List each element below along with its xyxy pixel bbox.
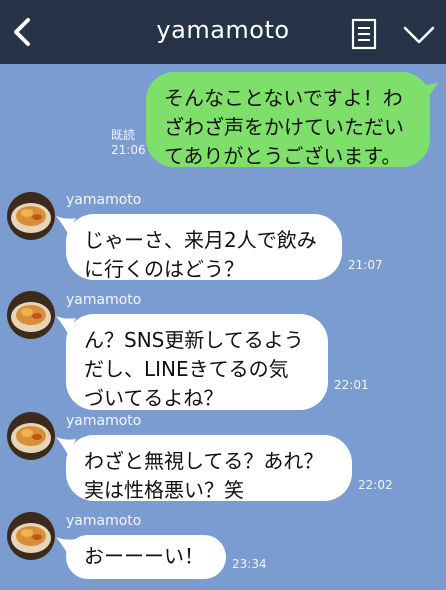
read-receipt: 既読 — [111, 128, 136, 142]
sender-name: yamamoto — [66, 192, 142, 208]
message-line: づいてるよね？ — [84, 386, 224, 410]
food-photo-icon — [7, 291, 55, 339]
message-line: じゃーさ、来月2人で飲み — [84, 228, 317, 252]
message-line: おーーーい！ — [84, 544, 204, 568]
message-line: わざと無視してる？あれ？ — [84, 449, 324, 473]
chat-title: yamamoto — [156, 16, 290, 44]
avatar[interactable] — [7, 512, 55, 560]
message-line: 実は性格悪い？笑 — [84, 478, 244, 502]
message-bubble-outgoing[interactable]: そんなことないですよ！わ ざわざ声をかけていただい てありがとうございます。 — [146, 72, 430, 168]
message-timestamp: 21:07 — [348, 258, 383, 272]
sender-name: yamamoto — [66, 292, 142, 308]
food-photo-icon — [7, 412, 55, 460]
avatar[interactable] — [7, 192, 55, 240]
collapse-button[interactable] — [401, 20, 437, 48]
message-line: ざわざ声をかけていただい — [164, 115, 404, 139]
message-line: てありがとうございます。 — [164, 144, 402, 168]
message-timestamp: 21:06 — [111, 143, 146, 157]
message-timestamp: 22:01 — [334, 378, 369, 392]
message-list[interactable]: そんなことないですよ！わ ざわざ声をかけていただい てありがとうございます。 既… — [0, 64, 446, 590]
message-timestamp: 22:02 — [358, 478, 393, 492]
food-photo-icon — [7, 192, 55, 240]
avatar[interactable] — [7, 291, 55, 339]
avatar[interactable] — [7, 412, 55, 460]
chat-header: yamamoto — [0, 0, 446, 64]
message-bubble-incoming[interactable]: おーーーい！ — [66, 535, 226, 579]
message-bubble-incoming[interactable]: じゃーさ、来月2人で飲み に行くのはどう？ — [66, 214, 342, 281]
message-timestamp: 23:34 — [232, 557, 267, 571]
note-icon — [351, 18, 377, 50]
message-line: そんなことないですよ！わ — [164, 86, 403, 110]
sender-name: yamamoto — [66, 513, 142, 529]
message-line: だし、LINEきてるの気 — [84, 357, 289, 381]
message-line: に行くのはどう？ — [84, 257, 244, 281]
message-bubble-incoming[interactable]: ん？SNS更新してるよう だし、LINEきてるの気 づいてるよね？ — [66, 314, 328, 410]
sender-name: yamamoto — [66, 413, 142, 429]
note-button[interactable] — [350, 17, 378, 51]
chevron-down-icon — [403, 26, 435, 44]
food-photo-icon — [7, 512, 55, 560]
message-bubble-incoming[interactable]: わざと無視してる？あれ？ 実は性格悪い？笑 — [66, 435, 352, 502]
message-line: ん？SNS更新してるよう — [84, 328, 304, 352]
